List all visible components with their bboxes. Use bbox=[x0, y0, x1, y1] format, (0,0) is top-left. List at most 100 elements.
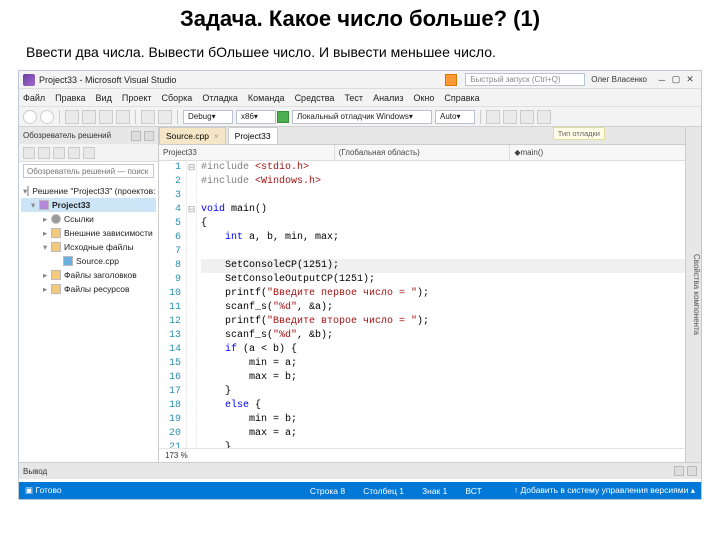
menu-test[interactable]: Тест bbox=[344, 93, 363, 103]
folder-icon bbox=[51, 270, 61, 280]
menubar: Файл Правка Вид Проект Сборка Отладка Ко… bbox=[19, 89, 701, 107]
page-subtitle: Ввести два числа. Вывести бОльшее число.… bbox=[26, 44, 720, 60]
menu-help[interactable]: Справка bbox=[444, 93, 479, 103]
vs-logo-icon bbox=[23, 74, 35, 86]
nav-project-dropdown[interactable]: Project33 bbox=[159, 145, 335, 160]
titlebar: Project33 - Microsoft Visual Studio Быст… bbox=[19, 71, 701, 89]
open-button[interactable] bbox=[82, 110, 96, 124]
debug-type-dropdown[interactable]: Auto ▾ bbox=[435, 110, 475, 124]
solution-explorer-header: Обозреватель решений bbox=[19, 127, 158, 144]
solution-explorer: Обозреватель решений ▾Решение "Project33… bbox=[19, 127, 159, 462]
pin-icon[interactable] bbox=[674, 466, 684, 476]
menu-file[interactable]: Файл bbox=[23, 93, 45, 103]
status-ready: ▣ Готово bbox=[25, 485, 62, 496]
home-icon[interactable] bbox=[23, 147, 35, 159]
status-col: Столбец 1 bbox=[363, 486, 404, 496]
status-line: Строка 8 bbox=[310, 486, 345, 496]
minimize-button[interactable]: ─ bbox=[655, 73, 669, 87]
editor-tabstrip: Source.cpp× Project33 bbox=[159, 127, 685, 145]
nav-function-dropdown[interactable]: ◆ main() bbox=[510, 145, 685, 160]
status-char: Знак 1 bbox=[422, 486, 447, 496]
debugger-dropdown[interactable]: Локальный отладчик Windows ▾ bbox=[292, 110, 432, 124]
external-node[interactable]: ▸Внешние зависимости bbox=[21, 226, 156, 240]
menu-debug[interactable]: Отладка bbox=[202, 93, 238, 103]
close-button[interactable]: ✕ bbox=[683, 73, 697, 87]
source-text[interactable]: #include <stdio.h> #include <Windows.h> … bbox=[197, 161, 685, 448]
start-debug-icon[interactable] bbox=[277, 111, 289, 123]
solution-explorer-toolbar bbox=[19, 144, 158, 162]
solution-tree: ▾Решение "Project33" (проектов: 1) ▾Proj… bbox=[19, 182, 158, 462]
maximize-button[interactable]: ▢ bbox=[669, 73, 683, 87]
cpp-file-icon bbox=[63, 256, 73, 266]
menu-window[interactable]: Окно bbox=[413, 93, 434, 103]
tab-project[interactable]: Project33 bbox=[228, 127, 278, 144]
page-title: Задача. Какое число больше? (1) bbox=[0, 6, 720, 32]
nav-back-button[interactable] bbox=[23, 110, 37, 124]
platform-dropdown[interactable]: x86 ▾ bbox=[236, 110, 276, 124]
editor: Тип отладки Source.cpp× Project33 Projec… bbox=[159, 127, 685, 462]
close-panel-icon[interactable] bbox=[687, 466, 697, 476]
nav-bar: Project33 (Глобальная область) ◆ main() bbox=[159, 145, 685, 161]
code-area[interactable]: 123456789101112131415161718192021222324 … bbox=[159, 161, 685, 448]
menu-analyze[interactable]: Анализ bbox=[373, 93, 403, 103]
window-title: Project33 - Microsoft Visual Studio bbox=[39, 75, 176, 85]
nav-scope-dropdown[interactable]: (Глобальная область) bbox=[335, 145, 511, 160]
solution-search-input[interactable] bbox=[23, 164, 154, 178]
menu-build[interactable]: Сборка bbox=[162, 93, 193, 103]
headers-folder-node[interactable]: ▸Файлы заголовков bbox=[21, 268, 156, 282]
menu-view[interactable]: Вид bbox=[96, 93, 112, 103]
signed-in-user[interactable]: Олег Власенко bbox=[591, 75, 647, 84]
status-ins: ВСТ bbox=[465, 486, 481, 496]
tab-source[interactable]: Source.cpp× bbox=[159, 127, 226, 144]
project-node[interactable]: ▾Project33 bbox=[21, 198, 156, 212]
refresh-icon[interactable] bbox=[38, 147, 50, 159]
source-folder-node[interactable]: ▾Исходные файлы bbox=[21, 240, 156, 254]
collapse-icon[interactable] bbox=[83, 147, 95, 159]
debug-type-tooltip: Тип отладки bbox=[553, 127, 605, 140]
config-dropdown[interactable]: Debug ▾ bbox=[183, 110, 233, 124]
folder-icon bbox=[51, 242, 61, 252]
nav-forward-button[interactable] bbox=[40, 110, 54, 124]
redo-button[interactable] bbox=[158, 110, 172, 124]
toolbar-extra-2[interactable] bbox=[503, 110, 517, 124]
right-tool-strip[interactable]: Свойства компонента bbox=[685, 127, 701, 462]
vs-window: Project33 - Microsoft Visual Studio Быст… bbox=[18, 70, 702, 500]
menu-team[interactable]: Команда bbox=[248, 93, 285, 103]
properties-icon[interactable] bbox=[68, 147, 80, 159]
toolbar-extra-4[interactable] bbox=[537, 110, 551, 124]
tab-close-icon[interactable]: × bbox=[214, 132, 219, 141]
notifications-flag-icon[interactable] bbox=[445, 74, 457, 86]
saveall-button[interactable] bbox=[116, 110, 130, 124]
toolbar-extra-1[interactable] bbox=[486, 110, 500, 124]
menu-tools[interactable]: Средства bbox=[295, 93, 335, 103]
folder-icon bbox=[51, 284, 61, 294]
zoom-level[interactable]: 173 % bbox=[165, 451, 188, 460]
solution-icon bbox=[27, 186, 29, 196]
quick-launch-input[interactable]: Быстрый запуск (Ctrl+Q) bbox=[465, 73, 585, 86]
source-file-node[interactable]: Source.cpp bbox=[21, 254, 156, 268]
solution-search[interactable] bbox=[23, 164, 154, 180]
line-gutter: 123456789101112131415161718192021222324 bbox=[159, 161, 187, 448]
new-button[interactable] bbox=[65, 110, 79, 124]
resources-folder-node[interactable]: ▸Файлы ресурсов bbox=[21, 282, 156, 296]
statusbar: ▣ Готово Строка 8 Столбец 1 Знак 1 ВСТ ↑… bbox=[19, 482, 701, 499]
menu-edit[interactable]: Правка bbox=[55, 93, 85, 103]
main-area: Обозреватель решений ▾Решение "Project33… bbox=[19, 127, 701, 462]
editor-footer: 173 % bbox=[159, 448, 685, 462]
references-node[interactable]: ▸Ссылки bbox=[21, 212, 156, 226]
references-icon bbox=[51, 214, 61, 224]
menu-project[interactable]: Проект bbox=[122, 93, 152, 103]
output-panel-header[interactable]: Вывод bbox=[19, 463, 701, 479]
solution-node[interactable]: ▾Решение "Project33" (проектов: 1) bbox=[21, 184, 156, 198]
output-panel: Вывод bbox=[19, 462, 701, 482]
undo-button[interactable] bbox=[141, 110, 155, 124]
pin-icon[interactable] bbox=[131, 131, 141, 141]
showall-icon[interactable] bbox=[53, 147, 65, 159]
toolbar: Debug ▾ x86 ▾ Локальный отладчик Windows… bbox=[19, 107, 701, 127]
close-panel-icon[interactable] bbox=[144, 131, 154, 141]
fold-gutter[interactable]: ⊟⊟ bbox=[187, 161, 197, 448]
save-button[interactable] bbox=[99, 110, 113, 124]
project-icon bbox=[39, 200, 49, 210]
status-source-control[interactable]: ↑ Добавить в систему управления версиями… bbox=[514, 485, 695, 496]
toolbar-extra-3[interactable] bbox=[520, 110, 534, 124]
